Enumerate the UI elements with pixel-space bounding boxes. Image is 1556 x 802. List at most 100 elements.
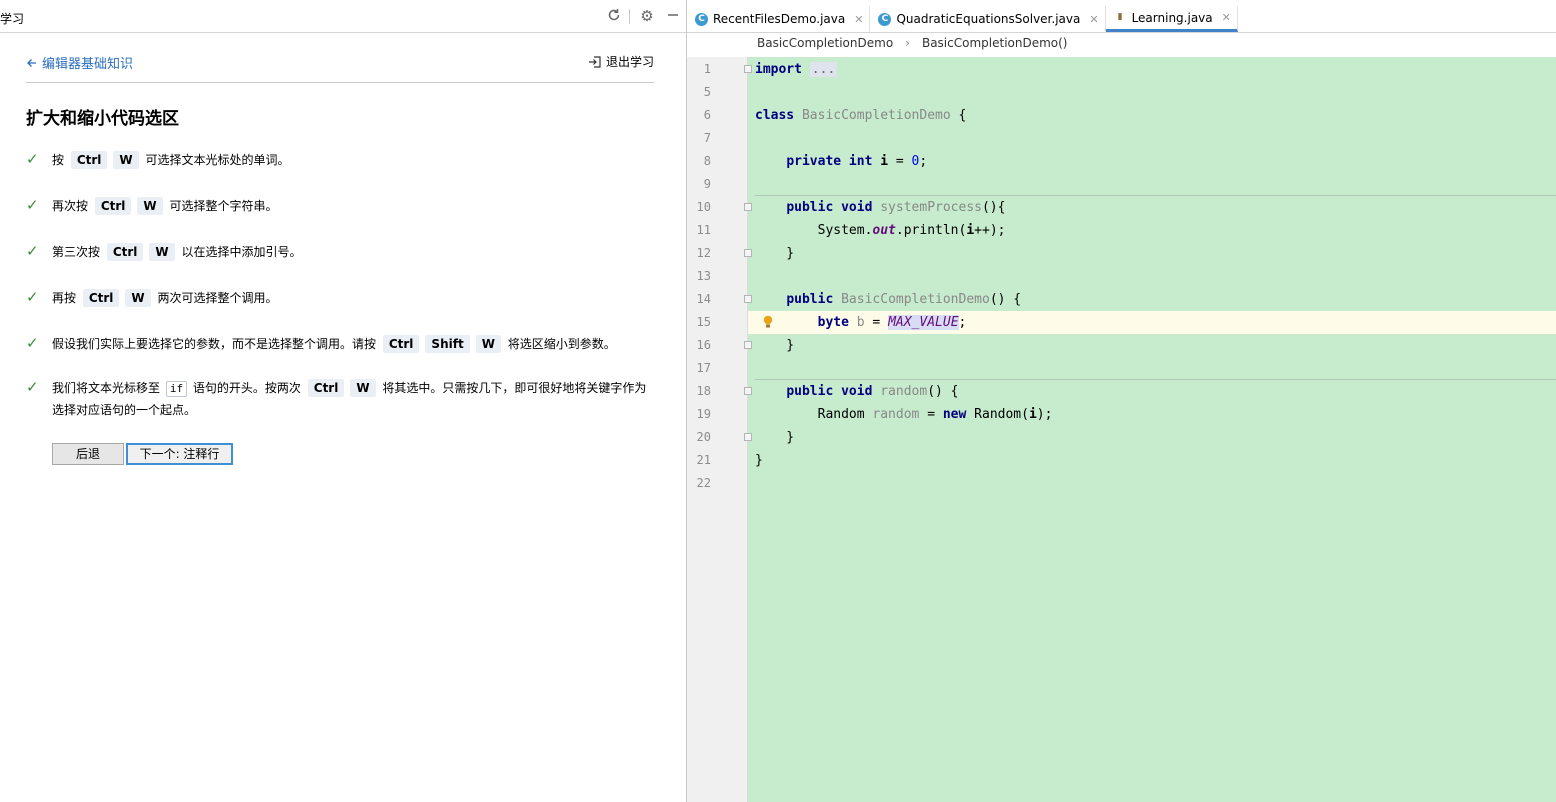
shortcut-key: Ctrl — [94, 197, 132, 215]
inline-code: if — [165, 381, 188, 397]
shortcut-key: Shift — [425, 335, 470, 353]
shortcut-key: W — [125, 289, 151, 307]
back-link-label: 编辑器基础知识 — [42, 57, 134, 72]
code-text: byte b = MAX_VALUE; — [817, 315, 967, 330]
code-line[interactable]: 13 — [687, 265, 1556, 288]
code-text: public void systemProcess(){ — [786, 200, 1006, 215]
code-line[interactable]: 20 } — [687, 426, 1556, 449]
step-text: 第三次按 Ctrl W 以在选择中添加引号。 — [52, 243, 302, 261]
step-text: 我们将文本光标移至 if 语句的开头。按两次 Ctrl W 将其选中。只需按几下，… — [52, 379, 647, 417]
code-line[interactable]: 16 } — [687, 334, 1556, 357]
step-text: 按 Ctrl W 可选择文本光标处的单词。 — [52, 151, 290, 169]
code-text: public BasicCompletionDemo() { — [786, 292, 1022, 307]
code-text: } — [755, 453, 763, 468]
code-line[interactable]: 21} — [687, 449, 1556, 472]
tab-quadratic-equations-solver[interactable]: C QuadraticEquationsSolver.java ✕ — [870, 6, 1106, 32]
fold-marker-icon[interactable] — [744, 341, 752, 349]
code-line[interactable]: 14 public BasicCompletionDemo() { — [687, 288, 1556, 311]
close-icon[interactable]: ✕ — [1222, 11, 1231, 24]
line-number: 13 — [696, 269, 711, 283]
shortcut-key: Ctrl — [70, 151, 108, 169]
shortcut-key: W — [137, 197, 163, 215]
code-line[interactable]: 18 public void random() { — [687, 380, 1556, 403]
line-number: 1 — [703, 62, 711, 76]
java-file-icon: ▮ — [1117, 12, 1123, 22]
code-line[interactable]: 12 } — [687, 242, 1556, 265]
line-number: 20 — [696, 430, 711, 444]
line-number: 19 — [696, 407, 711, 421]
exit-learning-link[interactable]: 退出学习 — [588, 53, 654, 70]
shortcut-key: W — [475, 335, 501, 353]
code-editor: C RecentFilesDemo.java ✕ C QuadraticEqua… — [687, 0, 1556, 802]
arrow-left-icon — [27, 58, 36, 67]
code-text: private int i = 0; — [786, 154, 928, 169]
line-number: 17 — [696, 361, 711, 375]
line-number: 12 — [696, 246, 711, 260]
code-line[interactable]: 15 byte b = MAX_VALUE; — [697, 311, 1556, 334]
panel-title: 学习 — [0, 12, 25, 26]
line-number: 21 — [696, 453, 711, 467]
fold-marker-icon[interactable] — [744, 387, 752, 395]
close-icon[interactable]: ✕ — [854, 13, 863, 26]
code-line[interactable]: 6 class BasicCompletionDemo { — [687, 104, 1556, 127]
shortcut-key: W — [149, 243, 175, 261]
tab-learning[interactable]: ▮ Learning.java ✕ — [1105, 6, 1238, 32]
fold-marker-icon[interactable] — [744, 203, 752, 211]
code-text: public void random() { — [786, 384, 959, 399]
step-4: ✓ 再按 Ctrl W 两次可选择整个调用。 — [26, 287, 656, 309]
fold-marker-icon[interactable] — [744, 433, 752, 441]
close-icon[interactable]: ✕ — [1089, 13, 1098, 26]
shortcut-key: Ctrl — [106, 243, 144, 261]
back-button[interactable]: 后退 — [52, 443, 124, 465]
code-text: import ... — [755, 62, 838, 77]
code-line[interactable]: 11 System.out.println(i++); — [687, 219, 1556, 242]
fold-marker-icon[interactable] — [744, 65, 752, 73]
fold-marker-icon[interactable] — [744, 249, 752, 257]
restart-icon[interactable] — [606, 8, 622, 24]
breadcrumb-item[interactable]: BasicCompletionDemo() — [922, 36, 1068, 50]
code-line[interactable]: 10 public void systemProcess(){ — [687, 196, 1556, 219]
code-line[interactable]: 7 — [687, 127, 1556, 150]
tab-label: QuadraticEquationsSolver.java — [896, 12, 1081, 26]
java-class-icon: C — [878, 12, 892, 26]
step-text: 假设我们实际上要选择它的参数，而不是选择整个调用。请按 Ctrl Shift W 将… — [52, 335, 616, 353]
back-to-module-link[interactable]: 编辑器基础知识 — [26, 53, 133, 72]
divider — [26, 82, 654, 83]
line-number: 14 — [696, 292, 711, 306]
line-number: 7 — [703, 131, 711, 145]
step-text: 再按 Ctrl W 两次可选择整个调用。 — [52, 289, 278, 307]
step-3: ✓ 第三次按 Ctrl W 以在选择中添加引号。 — [26, 241, 656, 263]
code-text: Random random = new Random(i); — [755, 407, 1053, 422]
line-number: 18 — [696, 384, 711, 398]
shortcut-key: Ctrl — [307, 379, 345, 397]
step-text: 再次按 Ctrl W 可选择整个字符串。 — [52, 197, 278, 215]
tab-label: Learning.java — [1131, 10, 1213, 25]
code-line[interactable]: 5 — [687, 81, 1556, 104]
learning-toolbar: 学习 ⚙ — [0, 0, 686, 33]
line-number: 11 — [696, 223, 711, 237]
shortcut-key: Ctrl — [382, 335, 420, 353]
shortcut-key: W — [113, 151, 139, 169]
minimize-icon[interactable] — [665, 8, 681, 24]
code-line[interactable]: 9 — [687, 173, 1556, 196]
breadcrumb-item[interactable]: BasicCompletionDemo — [757, 36, 893, 50]
check-icon: ✓ — [26, 334, 39, 352]
line-number: 8 — [703, 154, 711, 168]
line-number: 9 — [703, 177, 711, 191]
step-2: ✓ 再次按 Ctrl W 可选择整个字符串。 — [26, 195, 656, 217]
tab-recent-files-demo[interactable]: C RecentFilesDemo.java ✕ — [687, 6, 871, 32]
gear-icon[interactable]: ⚙ — [639, 8, 655, 24]
fold-marker-icon[interactable] — [744, 295, 752, 303]
step-1: ✓ 按 Ctrl W 可选择文本光标处的单词。 — [26, 149, 656, 171]
chevron-right-icon: › — [905, 36, 910, 50]
shortcut-key: Ctrl — [82, 289, 120, 307]
line-number: 22 — [696, 476, 711, 490]
code-line[interactable]: 17 — [687, 357, 1556, 380]
code-line[interactable]: 8 private int i = 0; — [687, 150, 1556, 173]
code-line[interactable]: 19 Random random = new Random(i); — [687, 403, 1556, 426]
code-line[interactable]: 1 import ... — [687, 58, 1556, 81]
learning-panel: 学习 ⚙ 编辑器基础知识 退出学习 扩大和缩小代码选区 ✓ 按 Ctrl W 可选… — [0, 0, 686, 802]
code-text: } — [755, 338, 795, 353]
next-lesson-button[interactable]: 下一个: 注释行 — [126, 443, 233, 465]
code-line[interactable]: 22 — [687, 472, 1556, 495]
